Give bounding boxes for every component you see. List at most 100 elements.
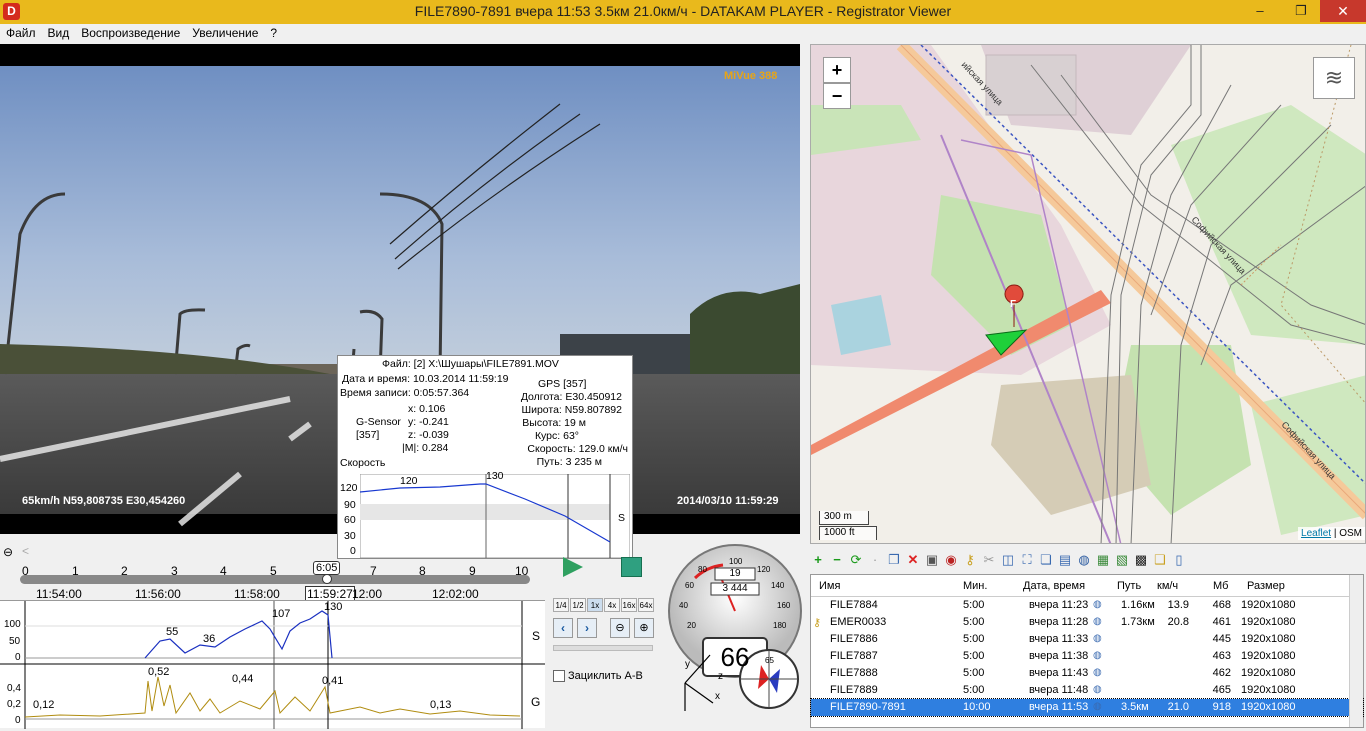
- zoom-minus-icon[interactable]: ⊖: [610, 618, 630, 638]
- menu-view[interactable]: Вид: [42, 24, 76, 40]
- speed-quarter[interactable]: 1/4: [553, 598, 569, 612]
- s-tick-100: 100: [4, 619, 21, 630]
- key-icon: ⚷: [813, 617, 822, 629]
- speed-64x[interactable]: 64x: [638, 598, 654, 612]
- minimize-button[interactable]: –: [1240, 0, 1280, 22]
- speedometer: 66 3 444 19 20 40 60 80 100 120 140 160 …: [665, 543, 805, 728]
- layers-icon[interactable]: ≋: [1313, 57, 1355, 99]
- next-button[interactable]: ›: [577, 618, 597, 638]
- export-icon[interactable]: ▧: [1114, 552, 1130, 568]
- record-icon[interactable]: ◉: [943, 552, 959, 568]
- tile-icon[interactable]: ▤: [1057, 552, 1073, 568]
- folder-icon[interactable]: ❑: [1152, 552, 1168, 568]
- telemetry-graphs[interactable]: S G 100 50 0 0,4 0,2 0 55 36 107 130 0,1…: [0, 600, 545, 729]
- cell-mb: 468: [1212, 599, 1231, 611]
- menu-zoom[interactable]: Увеличение: [186, 24, 264, 40]
- s-val-36: 36: [203, 633, 216, 645]
- gps-icon: ◍: [1093, 650, 1102, 661]
- col-speed[interactable]: км/ч: [1157, 580, 1178, 592]
- volume-slider[interactable]: [553, 645, 653, 651]
- col-name[interactable]: Имя: [819, 580, 840, 592]
- zoom-out-button[interactable]: −: [823, 83, 851, 109]
- film-icon[interactable]: ▩: [1133, 552, 1149, 568]
- col-datetime[interactable]: Дата, время: [1023, 580, 1085, 592]
- menu-playback[interactable]: Воспроизведение: [75, 24, 186, 40]
- document-icon[interactable]: ▯: [1171, 552, 1187, 568]
- timeline-thumb[interactable]: [322, 574, 332, 584]
- delete-icon[interactable]: ✕: [905, 552, 921, 568]
- info-course: Курс: 63°: [534, 430, 579, 442]
- gps-icon: ◍: [1093, 599, 1102, 610]
- tick-0: 0: [22, 564, 29, 578]
- table-row[interactable]: FILE7886 5:00 вчера 11:33 445 1920x1080 ◍: [811, 631, 1363, 648]
- title-bar: FILE7890-7891 вчера 11:53 3.5км 21.0км/ч…: [0, 0, 1366, 24]
- col-size[interactable]: Размер: [1247, 580, 1285, 592]
- speed-g-chart: [0, 601, 545, 729]
- add-icon[interactable]: +: [810, 552, 826, 568]
- menu-help[interactable]: ?: [264, 24, 283, 40]
- loop-checkbox[interactable]: [553, 670, 565, 682]
- scale-imperial: 1000 ft: [819, 526, 877, 540]
- refresh-icon[interactable]: ⟳: [848, 552, 864, 568]
- prev-button[interactable]: ‹: [553, 618, 573, 638]
- remove-icon[interactable]: −: [829, 552, 845, 568]
- globe-icon[interactable]: ◍: [1076, 552, 1092, 568]
- table-scrollbar[interactable]: [1349, 575, 1363, 727]
- cell-name: FILE7884: [830, 599, 878, 611]
- leaflet-link[interactable]: Leaflet: [1301, 528, 1331, 539]
- map-view[interactable]: Софийская улица ийская улица Софийская у…: [810, 44, 1366, 544]
- mini-s-mark: S: [618, 512, 626, 524]
- timeline[interactable]: ⊖ < 0 1 2 3 4 5 6 7 8 9 10 6:05 11:54:00…: [0, 544, 660, 602]
- window-title: FILE7890-7891 вчера 11:53 3.5км 21.0км/ч…: [414, 3, 952, 19]
- key-icon[interactable]: ⚷: [962, 552, 978, 568]
- play-icon[interactable]: [563, 557, 583, 577]
- table-header: Имя Мин. Дата, время Путь км/ч Мб Размер: [811, 575, 1363, 597]
- zoom-in-button[interactable]: +: [823, 57, 851, 83]
- map-icon[interactable]: ▦: [1095, 552, 1111, 568]
- maximize-button[interactable]: ❐: [1282, 0, 1320, 22]
- table-row[interactable]: FILE7888 5:00 вчера 11:43 462 1920x1080 ◍: [811, 665, 1363, 682]
- tick-120: 120: [340, 482, 358, 494]
- time-5: 12:02:00: [432, 587, 479, 601]
- col-min[interactable]: Мин.: [963, 580, 987, 592]
- axis-x: x: [715, 691, 720, 702]
- speed-1x[interactable]: 1x: [587, 598, 603, 612]
- table-row[interactable]: FILE7889 5:00 вчера 11:48 465 1920x1080 ◍: [811, 682, 1363, 699]
- cell-date: вчера 11:23: [1029, 599, 1089, 611]
- s-val-55: 55: [166, 626, 179, 638]
- speed-half[interactable]: 1/2: [570, 598, 586, 612]
- tick-4: 4: [220, 564, 227, 578]
- col-path[interactable]: Путь: [1117, 580, 1141, 592]
- cell-min: 5:00: [963, 667, 985, 679]
- g-axis-label: G: [531, 695, 541, 709]
- cell-mb: 445: [1212, 633, 1231, 645]
- speed-16x[interactable]: 16x: [621, 598, 637, 612]
- menu-bar: Файл Вид Воспроизведение Увеличение?: [0, 24, 1366, 42]
- scissors-icon[interactable]: ✂: [981, 552, 997, 568]
- dot-icon[interactable]: ·: [867, 552, 883, 568]
- stop-icon[interactable]: [621, 557, 642, 577]
- tick-30: 30: [344, 530, 356, 542]
- table-row[interactable]: FILE7887 5:00 вчера 11:38 463 1920x1080 ◍: [811, 648, 1363, 665]
- table-row[interactable]: EMER0033 5:00 вчера 11:28 1.73км 20.8 461 1920…: [811, 614, 1363, 631]
- zoom-out-icon[interactable]: ⊖: [3, 545, 13, 559]
- col-mb[interactable]: Мб: [1213, 580, 1228, 592]
- table-row[interactable]: FILE7884 5:00 вчера 11:23 1.16км 13.9 468 1920…: [811, 597, 1363, 614]
- zoom-plus-icon[interactable]: ⊕: [634, 618, 654, 638]
- fullscreen-icon[interactable]: ⛶: [1019, 552, 1035, 568]
- scroll-left-icon[interactable]: <: [22, 544, 29, 558]
- table-row[interactable]: FILE7890-7891 10:00 вчера 11:53 3.5км 21.0 91…: [810, 698, 1364, 717]
- app-icon[interactable]: D: [3, 3, 20, 20]
- g-val-041: 0,41: [322, 675, 344, 687]
- window-icon[interactable]: ◫: [1000, 552, 1016, 568]
- cascade-icon[interactable]: ❏: [1038, 552, 1054, 568]
- gps-icon: ◍: [1093, 667, 1102, 678]
- gps-icon: ◍: [1093, 616, 1102, 627]
- copy-icon[interactable]: ❐: [886, 552, 902, 568]
- save-icon[interactable]: ▣: [924, 552, 940, 568]
- menu-file[interactable]: Файл: [0, 24, 42, 40]
- close-button[interactable]: ✕: [1320, 0, 1366, 22]
- gps-icon: ◍: [1093, 684, 1102, 695]
- file-table[interactable]: Имя Мин. Дата, время Путь км/ч Мб Размер…: [810, 574, 1364, 728]
- speed-4x[interactable]: 4x: [604, 598, 620, 612]
